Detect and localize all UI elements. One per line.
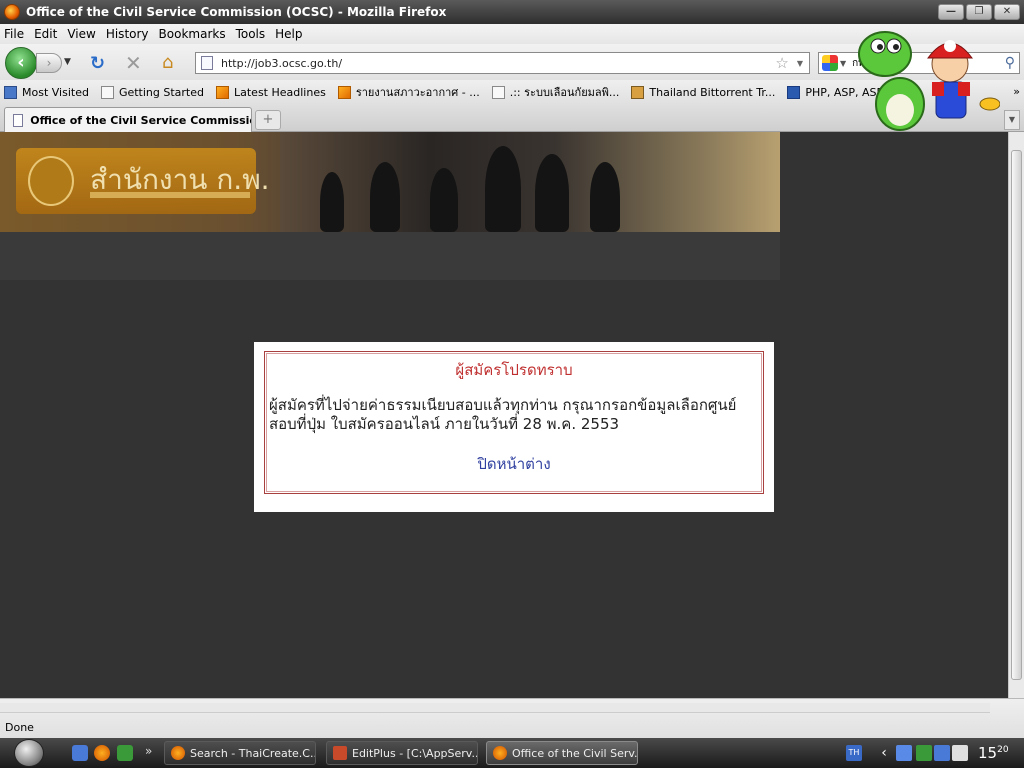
search-input[interactable]: กพ: [852, 56, 1005, 71]
navigation-toolbar: ‹ › ▼ ↻ ✕ ⌂ http://job3.ocsc.go.th/ ☆ ▼ …: [0, 44, 1024, 80]
search-bar[interactable]: ▼ กพ ⚲: [818, 52, 1020, 74]
forward-button[interactable]: ›: [36, 53, 62, 73]
close-window-link[interactable]: ปิดหน้าต่าง: [265, 452, 763, 476]
firefox-icon: [171, 746, 185, 760]
menu-history[interactable]: History: [106, 27, 149, 41]
display-tray-icon[interactable]: [934, 745, 950, 761]
search-engine-dropdown-icon[interactable]: ▼: [840, 59, 846, 68]
editplus-icon: [333, 746, 347, 760]
home-icon[interactable]: ⌂: [162, 52, 173, 73]
menu-bookmarks[interactable]: Bookmarks: [159, 27, 226, 41]
url-dropdown-icon[interactable]: ▼: [797, 59, 803, 68]
vertical-scrollbar[interactable]: [1008, 132, 1024, 698]
url-bar[interactable]: http://job3.ocsc.go.th/ ☆ ▼: [195, 52, 810, 74]
volume-tray-icon[interactable]: [952, 745, 968, 761]
close-button[interactable]: ✕: [994, 4, 1020, 20]
show-desktop-icon[interactable]: [72, 745, 88, 761]
bookmark-icon: [4, 85, 17, 99]
menu-edit[interactable]: Edit: [34, 27, 57, 41]
start-button[interactable]: [14, 739, 44, 767]
task-search-thaicreate[interactable]: Search - ThaiCreate.C...: [164, 741, 316, 765]
page-icon: [201, 56, 213, 70]
tray-expand-icon[interactable]: ‹: [876, 745, 892, 761]
bookmark-most-visited[interactable]: Most Visited: [4, 85, 89, 99]
scrollbar-thumb[interactable]: [1011, 150, 1022, 680]
back-button[interactable]: ‹: [5, 47, 37, 79]
ocsc-seal-icon: [28, 156, 74, 206]
page-content: สำนักงาน ก.พ. ผู้สมัครโปรดทราบ ผู้สมัครท…: [0, 132, 1008, 698]
bookmark-php-asp[interactable]: PHP, ASP, ASP.NET, ...: [787, 85, 924, 99]
tab-label: Office of the Civil Service Commissio...: [30, 113, 251, 127]
google-icon[interactable]: [822, 55, 838, 71]
firefox-quicklaunch-icon[interactable]: [94, 745, 110, 761]
page-icon: [100, 85, 114, 99]
bookmarks-toolbar: Most Visited Getting Started Latest Head…: [0, 80, 1024, 104]
firefox-icon: [4, 4, 20, 20]
firefox-icon: [493, 746, 507, 760]
language-indicator[interactable]: TH: [846, 745, 862, 761]
notice-message: ผู้สมัครที่ไปจ่ายค่าธรรมเนียบสอบแล้วทุกท…: [269, 396, 737, 433]
banner-strip: [0, 232, 780, 280]
notice-dialog: ผู้สมัครโปรดทราบ ผู้สมัครที่ไปจ่ายค่าธรร…: [254, 342, 774, 512]
site-banner: สำนักงาน ก.พ.: [0, 132, 780, 232]
notice-dialog-frame: ผู้สมัครโปรดทราบ ผู้สมัครที่ไปจ่ายค่าธรร…: [264, 351, 764, 494]
task-ocsc-firefox[interactable]: Office of the Civil Serv...: [486, 741, 638, 765]
bookmark-latest-headlines[interactable]: Latest Headlines: [216, 85, 326, 99]
title-bar: Office of the Civil Service Commission (…: [0, 0, 1024, 24]
bookmark-getting-started[interactable]: Getting Started: [100, 85, 204, 99]
reload-icon[interactable]: ↻: [90, 53, 105, 74]
status-bar: Done: [0, 698, 1024, 738]
search-icon[interactable]: ⚲: [1005, 55, 1015, 71]
quicklaunch-overflow-icon[interactable]: »: [145, 744, 152, 758]
page-icon: [491, 85, 505, 99]
banner-subtitle-bar: [90, 192, 250, 198]
rss-icon: [337, 85, 351, 99]
history-dropdown-icon[interactable]: ▼: [64, 57, 71, 67]
horizontal-scrollbar[interactable]: [0, 703, 990, 713]
utorrent-quicklaunch-icon[interactable]: [117, 745, 133, 761]
bookmark-weather-report[interactable]: รายงานสภาวะอากาศ - ...: [337, 83, 480, 101]
menu-view[interactable]: View: [67, 27, 95, 41]
notice-title: ผู้สมัครโปรดทราบ: [455, 361, 573, 379]
tab-list-dropdown-icon[interactable]: ▼: [1004, 110, 1020, 130]
rss-icon: [216, 85, 229, 99]
window-controls: — ❐ ✕: [938, 4, 1020, 20]
network-icon[interactable]: [896, 745, 912, 761]
stop-icon[interactable]: ✕: [125, 51, 142, 75]
menu-bar: File Edit View History Bookmarks Tools H…: [0, 24, 1024, 44]
window-title: Office of the Civil Service Commission (…: [26, 5, 447, 19]
task-editplus[interactable]: EditPlus - [C:\AppServ...: [326, 741, 478, 765]
url-text[interactable]: http://job3.ocsc.go.th/: [221, 57, 775, 70]
tab-ocsc[interactable]: Office of the Civil Service Commissio...: [4, 107, 252, 132]
new-tab-button[interactable]: +: [255, 110, 281, 130]
menu-file[interactable]: File: [4, 27, 24, 41]
banner-photo: [280, 132, 780, 232]
page-icon: [13, 113, 24, 127]
minimize-button[interactable]: —: [938, 4, 964, 20]
menu-tools[interactable]: Tools: [236, 27, 266, 41]
menu-help[interactable]: Help: [275, 27, 302, 41]
tab-bar: Office of the Civil Service Commissio...…: [0, 104, 1024, 132]
status-text: Done: [5, 721, 34, 734]
web-icon: [787, 85, 801, 99]
torrent-icon: [631, 85, 645, 99]
taskbar: » Search - ThaiCreate.C... EditPlus - [C…: [0, 738, 1024, 768]
bookmark-star-icon[interactable]: ☆: [775, 54, 788, 72]
bookmark-thailand-bittorrent[interactable]: Thailand Bittorrent Tr...: [631, 85, 775, 99]
clock[interactable]: 1520: [978, 744, 1009, 762]
maximize-button[interactable]: ❐: [966, 4, 992, 20]
bookmarks-overflow-icon[interactable]: »: [1013, 85, 1020, 98]
bookmark-thai-system[interactable]: .:: ระบบเลือนกัยมลพิ...: [491, 83, 619, 101]
utorrent-tray-icon[interactable]: [916, 745, 932, 761]
